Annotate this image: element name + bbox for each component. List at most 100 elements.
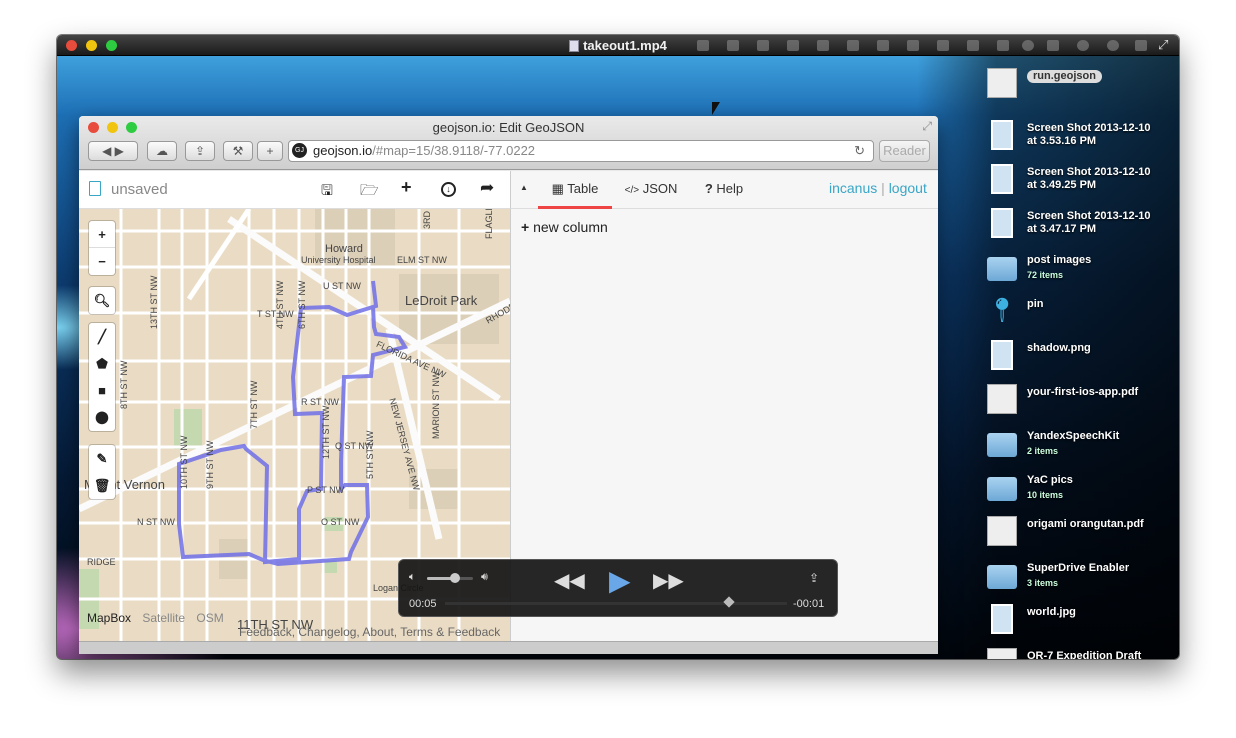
image-icon xyxy=(991,208,1013,238)
desktop-item[interactable]: Screen Shot 2013-12-10 at 3.47.17 PM xyxy=(987,208,1179,248)
remaining-time: -00:01 xyxy=(793,598,825,610)
map-label: P ST NW xyxy=(307,485,345,495)
map-attribution[interactable]: Feedback, Changelog, About, Terms & Feed… xyxy=(239,625,500,639)
notification-list-icon xyxy=(1135,40,1147,51)
player-title: takeout1.mp4 xyxy=(583,38,667,53)
map-label: RIDGE xyxy=(87,557,116,567)
desktop-item[interactable]: SuperDrive Enabler 3 items xyxy=(987,560,1179,600)
desktop-item-name: pin xyxy=(1027,298,1044,310)
logout-link[interactable]: logout xyxy=(889,180,927,196)
new-tab-button[interactable]: + xyxy=(257,141,283,161)
forward-icon[interactable]: ▶ xyxy=(115,144,124,158)
tab-help[interactable]: ? Help xyxy=(697,171,751,209)
edit-toolbar: ✎ 🗑︎ xyxy=(89,445,115,499)
desktop-item[interactable]: OR-7 Expedition Draft xyxy=(987,648,1179,659)
map-label: O ST NW xyxy=(321,517,360,527)
menu-extra-icon xyxy=(697,40,709,51)
collapse-icon[interactable]: ▲ xyxy=(520,183,528,192)
desktop-item[interactable]: post images 72 items xyxy=(987,252,1179,292)
map-label: University Hospital xyxy=(301,255,376,265)
folder-icon xyxy=(987,477,1017,501)
share-arrow-icon[interactable]: ➦ xyxy=(480,178,494,198)
folder-icon xyxy=(987,433,1017,457)
desktop-item-name: Screen Shot 2013-12-10 xyxy=(1027,122,1151,134)
menu-extra-icon xyxy=(907,40,919,51)
menu-extra-icon xyxy=(877,40,889,51)
layer-satellite[interactable]: Satellite xyxy=(142,611,185,625)
screen-recording-window: takeout1.mp4 ⤢ run.geojson Screen Shot 20… xyxy=(57,35,1179,659)
draw-line-icon[interactable]: ╱ xyxy=(89,323,115,350)
new-icon[interactable]: + xyxy=(401,177,412,198)
volume-low-icon[interactable]: 🔈︎ xyxy=(409,571,416,584)
address-bar[interactable]: GJ geojson.io/#map=15/38.9118/-77.0222 ↻ xyxy=(288,140,874,162)
desktop-item[interactable]: origami orangutan.pdf xyxy=(987,516,1179,556)
share-button[interactable]: ⇪ xyxy=(185,141,215,161)
share-icon[interactable]: ⇪ xyxy=(809,571,819,585)
desktop-item[interactable]: your-first-ios-app.pdf xyxy=(987,384,1179,424)
code-icon: </> xyxy=(624,185,640,196)
map-label: R ST NW xyxy=(301,397,339,407)
map-label: 5TH ST NW xyxy=(365,430,375,479)
desktop-item-name: YaC pics xyxy=(1027,474,1073,486)
file-bar: unsaved 🖫 🗁 + ↓ ➦ xyxy=(79,171,510,209)
draw-marker-icon[interactable]: ⬤ xyxy=(89,404,115,431)
map-label: 10TH ST NW xyxy=(179,435,189,489)
zoom-out-button[interactable]: − xyxy=(89,248,115,275)
fullscreen-icon[interactable]: ⤢ xyxy=(922,119,932,134)
draw-rectangle-icon[interactable]: ■ xyxy=(89,377,115,404)
volume-high-icon[interactable]: 🔊︎ xyxy=(481,571,488,584)
file-name[interactable]: unsaved xyxy=(111,181,168,198)
desktop-item[interactable]: run.geojson xyxy=(987,68,1179,108)
playback-controls: 🔈︎ 🔊︎ ◀◀ ▶ ▶▶ ⇪ 00:05 -00:01 xyxy=(398,559,838,617)
new-column-button[interactable]: + new column xyxy=(521,219,608,235)
fast-forward-icon[interactable]: ▶▶ xyxy=(653,568,684,593)
desktop-item[interactable]: 📍︎ pin xyxy=(987,296,1179,336)
desktop-item[interactable]: shadow.png xyxy=(987,340,1179,380)
layer-mapbox[interactable]: MapBox xyxy=(87,611,131,625)
desktop-item[interactable]: YandexSpeechKit 2 items xyxy=(987,428,1179,468)
play-icon[interactable]: ▶ xyxy=(609,564,631,597)
reader-button[interactable]: Reader xyxy=(879,140,930,162)
back-forward-buttons[interactable]: ◀ ▶ xyxy=(88,141,138,161)
open-folder-icon[interactable]: 🗁 xyxy=(360,180,379,205)
zoom-in-button[interactable]: + xyxy=(89,221,115,248)
tab-json[interactable]: </> JSON xyxy=(619,171,683,209)
plus-icon: + xyxy=(266,144,274,158)
playhead[interactable] xyxy=(723,596,735,608)
save-icon[interactable]: 🖫 xyxy=(321,180,333,204)
back-icon[interactable]: ◀ xyxy=(102,144,111,158)
image-icon xyxy=(991,604,1013,634)
download-icon[interactable]: ↓ xyxy=(441,182,456,197)
fullscreen-icon[interactable]: ⤢ xyxy=(1158,37,1168,53)
desktop-item-detail: at 3.49.25 PM xyxy=(1027,179,1097,191)
icloud-tabs-button[interactable]: ☁ xyxy=(147,141,177,161)
desktop-item[interactable]: YaC pics 10 items xyxy=(987,472,1179,512)
layer-switcher: MapBox Satellite OSM xyxy=(87,611,232,625)
delete-icon[interactable]: 🗑︎ xyxy=(89,472,115,499)
battery-icon xyxy=(1047,40,1059,51)
desktop-item[interactable]: Screen Shot 2013-12-10 at 3.49.25 PM xyxy=(987,164,1179,204)
reload-icon[interactable]: ↻ xyxy=(854,141,865,161)
cloud-icon: ☁ xyxy=(156,144,168,158)
bookmarklet-button[interactable]: ⚒ xyxy=(223,141,253,161)
volume-slider[interactable] xyxy=(427,573,473,583)
desktop-item-detail: 10 items xyxy=(1027,490,1064,500)
desktop-item-name: origami orangutan.pdf xyxy=(1027,518,1144,530)
menu-extra-icon xyxy=(997,40,1009,51)
desktop-item[interactable]: world.jpg xyxy=(987,604,1179,644)
rewind-icon[interactable]: ◀◀ xyxy=(554,568,585,593)
desktop-item-detail: 72 items xyxy=(1027,270,1064,280)
scrubber[interactable] xyxy=(445,596,787,608)
user-link[interactable]: incanus xyxy=(829,180,877,196)
desktop-item[interactable]: Screen Shot 2013-12-10 at 3.53.16 PM xyxy=(987,120,1179,160)
tab-table[interactable]: ▦ Table xyxy=(538,171,612,209)
map-label: U ST NW xyxy=(323,281,361,291)
map-label: N ST NW xyxy=(137,517,175,527)
edit-icon[interactable]: ✎ xyxy=(89,445,115,472)
volume-knob[interactable] xyxy=(449,573,460,583)
search-icon[interactable]: 🔍︎ xyxy=(89,287,115,314)
draw-polygon-icon[interactable]: ⬟ xyxy=(89,350,115,377)
layer-osm[interactable]: OSM xyxy=(196,611,223,625)
desktop-item-detail: at 3.47.17 PM xyxy=(1027,223,1097,235)
draw-toolbar: ╱ ⬟ ■ ⬤ xyxy=(89,323,115,431)
